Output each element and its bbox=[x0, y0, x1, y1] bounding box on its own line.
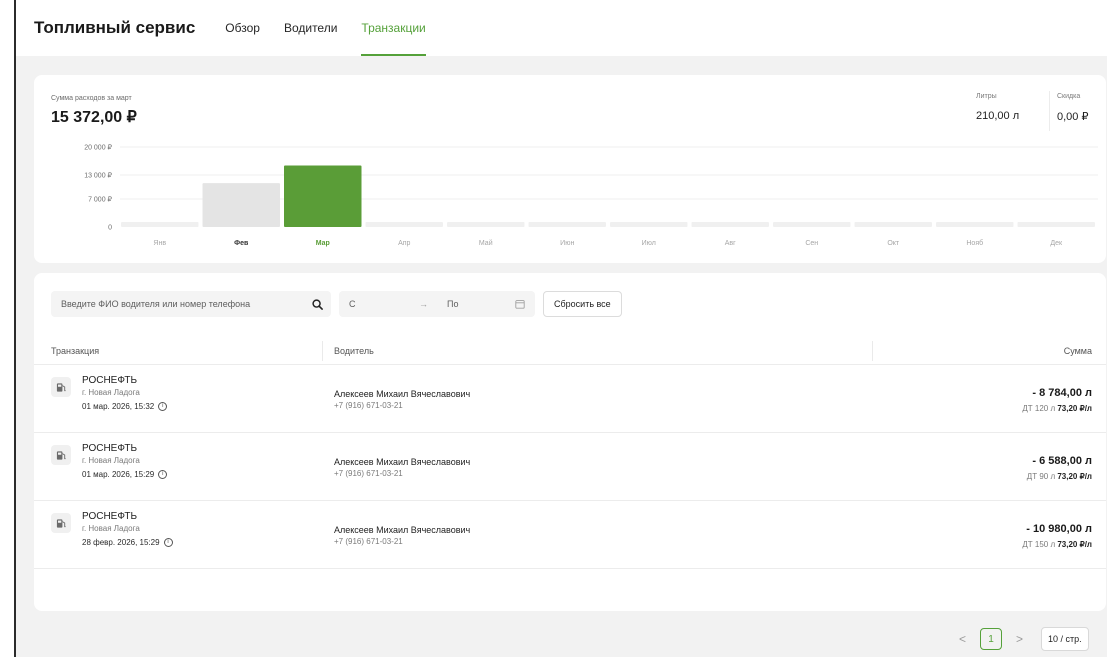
page-size-select[interactable]: 10 / стр. bbox=[1041, 627, 1089, 651]
fuel-detail: ДТ 150 л 73,20 ₽/л bbox=[1022, 540, 1092, 549]
fuel-quantity: ДТ 120 л bbox=[1022, 404, 1056, 413]
bar-Апр bbox=[365, 222, 443, 227]
tab-overview[interactable]: Обзор bbox=[225, 0, 260, 56]
page-1-button[interactable]: 1 bbox=[980, 628, 1003, 650]
x-tick-label: Окт bbox=[887, 240, 900, 247]
column-amount: Сумма bbox=[1063, 346, 1092, 356]
column-transaction: Транзакция bbox=[51, 346, 100, 356]
x-tick-label: Мар bbox=[316, 240, 330, 247]
info-icon[interactable]: i bbox=[158, 470, 168, 479]
brand-title: Топливный сервис bbox=[34, 18, 196, 37]
y-tick-label: 7 000 ₽ bbox=[88, 196, 112, 204]
x-tick-label: Фев bbox=[234, 240, 249, 247]
info-icon[interactable]: i bbox=[158, 402, 168, 411]
fuel-price: 73,20 ₽/л bbox=[1057, 404, 1092, 413]
transaction-amount: - 6 588,00 л bbox=[1032, 455, 1092, 467]
x-tick-label: Июн bbox=[560, 240, 574, 247]
station-city: г. Новая Ладога bbox=[82, 388, 140, 397]
fuel-quantity: ДТ 90 л bbox=[1026, 472, 1056, 481]
transaction-amount: - 10 980,00 л bbox=[1026, 523, 1092, 535]
driver-phone: +7 (916) 671-03-21 bbox=[334, 537, 403, 546]
calendar-icon[interactable] bbox=[515, 299, 525, 309]
table-header: Транзакция Водитель Сумма bbox=[34, 337, 1106, 365]
next-page-button[interactable]: > bbox=[1016, 632, 1023, 646]
column-divider bbox=[872, 341, 873, 361]
transaction-datetime: 01 мар. 2026, 15:29 i bbox=[82, 470, 168, 479]
fuel-price: 73,20 ₽/л bbox=[1057, 540, 1092, 549]
x-tick-label: Июл bbox=[642, 240, 656, 247]
search-input[interactable]: Введите ФИО водителя или номер телефона bbox=[51, 291, 331, 317]
bar-Янв bbox=[121, 222, 199, 227]
driver-name: Алексеев Михаил Вячеславович bbox=[334, 525, 471, 535]
x-tick-label: Апр bbox=[398, 240, 410, 247]
table-row[interactable]: РОСНЕФТЬ г. Новая Ладога 01 мар. 2026, 1… bbox=[34, 433, 1106, 501]
transaction-amount: - 8 784,00 л bbox=[1032, 387, 1092, 399]
station-city: г. Новая Ладога bbox=[82, 524, 140, 533]
bar-Май bbox=[447, 222, 525, 227]
arrow-right-icon: → bbox=[419, 299, 428, 309]
table-row[interactable]: РОСНЕФТЬ г. Новая Ладога 28 февр. 2026, … bbox=[34, 501, 1106, 569]
bar-Июн bbox=[528, 222, 606, 227]
pagination: < 1 > 10 / стр. bbox=[959, 627, 1089, 651]
fuel-pump-icon bbox=[51, 513, 71, 533]
transaction-datetime: 28 февр. 2026, 15:29 i bbox=[82, 538, 173, 547]
prev-page-button[interactable]: < bbox=[959, 632, 966, 646]
x-tick-label: Сен bbox=[805, 240, 818, 247]
station-name: РОСНЕФТЬ bbox=[82, 443, 138, 454]
top-header: Топливный сервис Обзор Водители Транзакц… bbox=[16, 0, 1107, 56]
fuel-quantity: ДТ 150 л bbox=[1022, 540, 1056, 549]
bar-Мар bbox=[284, 165, 362, 227]
fuel-pump-icon bbox=[51, 445, 71, 465]
bar-Фев bbox=[202, 183, 280, 227]
monthly-spend-chart: 0 7 000 ₽ 13 000 ₽ 20 000 ₽ Янв Фев Мар Апр Май И… bbox=[84, 144, 1098, 247]
bar-Сен bbox=[773, 222, 851, 227]
info-icon[interactable]: i bbox=[163, 538, 173, 547]
transactions-card: Введите ФИО водителя или номер телефона … bbox=[34, 273, 1106, 611]
x-tick-label: Янв bbox=[153, 240, 166, 247]
driver-phone: +7 (916) 671-03-21 bbox=[334, 469, 403, 478]
driver-name: Алексеев Михаил Вячеславович bbox=[334, 389, 471, 399]
bar-Нояб bbox=[936, 222, 1014, 227]
y-tick-label: 13 000 ₽ bbox=[84, 172, 112, 180]
reset-all-button[interactable]: Сбросить все bbox=[543, 291, 622, 317]
driver-name: Алексеев Михаил Вячеславович bbox=[334, 457, 471, 467]
fuel-detail: ДТ 90 л 73,20 ₽/л bbox=[1027, 472, 1092, 481]
date-to-field[interactable]: По bbox=[447, 299, 515, 309]
fuel-detail: ДТ 120 л 73,20 ₽/л bbox=[1022, 404, 1092, 413]
nav-tabs: Обзор Водители Транзакции bbox=[225, 0, 449, 56]
bar-Июл bbox=[610, 222, 688, 227]
search-placeholder: Введите ФИО водителя или номер телефона bbox=[61, 299, 251, 309]
y-tick-label: 0 bbox=[108, 225, 112, 232]
station-name: РОСНЕФТЬ bbox=[82, 375, 138, 386]
app: Топливный сервис Обзор Водители Транзакц… bbox=[16, 0, 1107, 657]
bar-Авг bbox=[691, 222, 769, 227]
station-name: РОСНЕФТЬ bbox=[82, 511, 138, 522]
x-tick-label: Нояб bbox=[966, 239, 983, 247]
x-tick-label: Дек bbox=[1050, 240, 1063, 247]
datetime-text: 01 мар. 2026, 15:29 bbox=[82, 470, 155, 479]
fuel-pump-icon bbox=[51, 377, 71, 397]
column-driver: Водитель bbox=[334, 346, 374, 356]
column-divider bbox=[322, 341, 323, 361]
tab-drivers[interactable]: Водители bbox=[284, 0, 337, 56]
table-row[interactable]: РОСНЕФТЬ г. Новая Ладога 01 мар. 2026, 1… bbox=[34, 365, 1106, 433]
datetime-text: 28 февр. 2026, 15:29 bbox=[82, 538, 160, 547]
station-city: г. Новая Ладога bbox=[82, 456, 140, 465]
fuel-price: 73,20 ₽/л bbox=[1057, 472, 1092, 481]
spend-chart-card: Сумма расходов за март 15 372,00 ₽ Литры… bbox=[34, 75, 1106, 263]
transaction-datetime: 01 мар. 2026, 15:32 i bbox=[82, 402, 168, 411]
bar-Дек bbox=[1017, 222, 1095, 227]
x-tick-label: Май bbox=[479, 239, 493, 247]
search-icon[interactable] bbox=[312, 298, 323, 310]
y-tick-label: 20 000 ₽ bbox=[84, 144, 112, 152]
bar-Окт bbox=[854, 222, 932, 227]
tab-transactions[interactable]: Транзакции bbox=[361, 0, 427, 56]
date-from-field[interactable]: С bbox=[349, 299, 419, 309]
driver-phone: +7 (916) 671-03-21 bbox=[334, 401, 403, 410]
date-range-picker[interactable]: С → По bbox=[339, 291, 535, 317]
x-tick-label: Авг bbox=[725, 240, 736, 247]
datetime-text: 01 мар. 2026, 15:32 bbox=[82, 402, 155, 411]
